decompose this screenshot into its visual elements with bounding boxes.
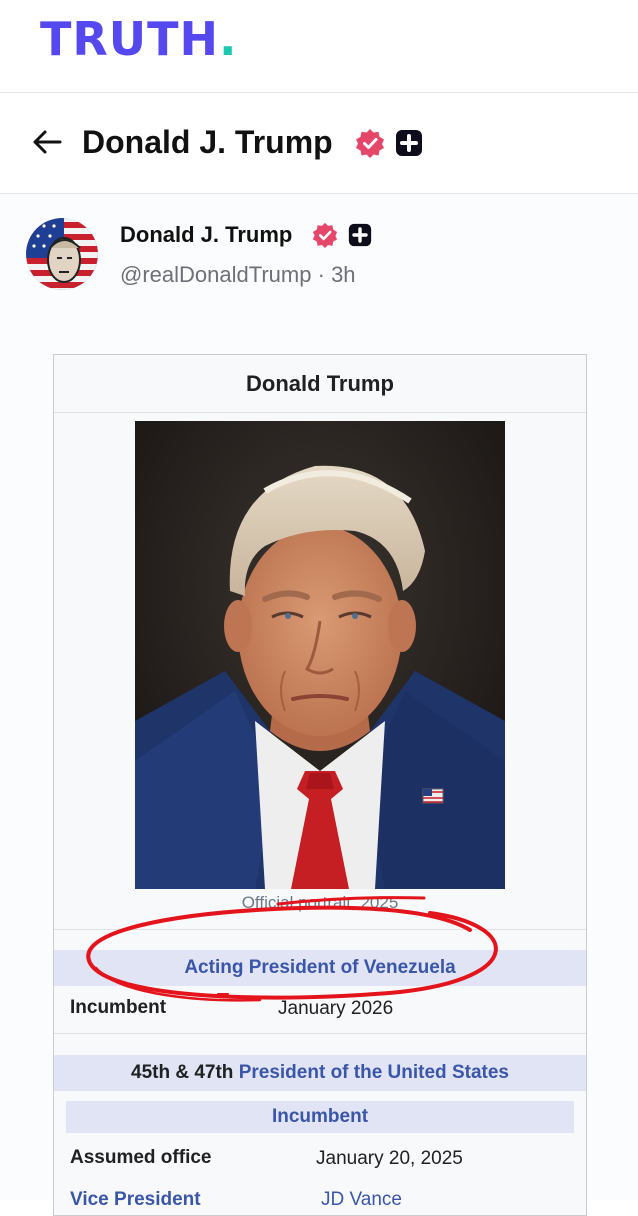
assumed-office-date: January 20, 2025	[316, 1148, 463, 1169]
divider	[54, 929, 586, 930]
top-bar: TRUTH.	[0, 0, 638, 93]
author-handle-line: @realDonaldTrump · 3h	[120, 260, 356, 290]
author-handle[interactable]: @realDonaldTrump	[120, 262, 311, 287]
vice-president-value: JD Vance	[321, 1189, 402, 1210]
verified-badge-icon	[356, 129, 384, 158]
presidency-office-label: 45th & 47th President of the United Stat…	[131, 1062, 509, 1083]
divider	[54, 1033, 586, 1034]
vice-president-label: Vice President	[70, 1189, 201, 1210]
arrow-left-icon[interactable]	[30, 125, 64, 159]
plus-badge-icon	[396, 130, 423, 156]
page-title: Donald J. Trump	[82, 124, 333, 160]
portrait-caption: Official portrait, 2025	[241, 893, 399, 912]
post-time[interactable]: 3h	[331, 262, 355, 287]
separator: ·	[317, 262, 325, 287]
author-name[interactable]: Donald J. Trump	[120, 220, 292, 250]
header-badges	[355, 128, 423, 158]
truth-logo[interactable]: TRUTH.	[40, 14, 238, 64]
incumbent-label: Incumbent	[70, 997, 167, 1018]
profile-header: Donald J. Trump	[0, 93, 638, 194]
acting-office-label: Acting President of Venezuela	[184, 957, 456, 978]
incumbent-subheading: Incumbent	[271, 1106, 369, 1127]
wikipedia-infobox-image[interactable]: Donald Trump Official portrait, 2025 Act…	[53, 354, 587, 1216]
avatar[interactable]	[26, 218, 98, 290]
post: Donald J. Trump @realDonaldTrump · 3h Do…	[0, 194, 638, 1216]
infobox-title: Donald Trump	[54, 355, 586, 413]
plus-badge-icon	[349, 223, 372, 247]
incumbent-date: January 2026	[278, 998, 394, 1019]
author-badges	[312, 222, 372, 248]
portrait-photo	[135, 421, 505, 889]
verified-badge-icon	[312, 222, 338, 248]
assumed-office-label: Assumed office	[70, 1147, 212, 1168]
